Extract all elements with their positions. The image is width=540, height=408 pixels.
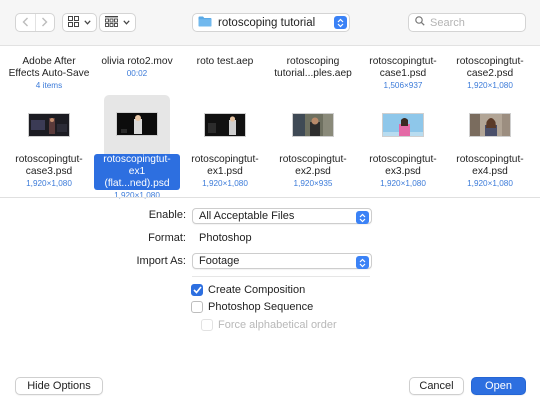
- navigation-buttons: [15, 13, 55, 32]
- enable-label: Enable:: [148, 209, 186, 221]
- enable-value: All Acceptable Files: [199, 210, 295, 222]
- file-thumbnail: [469, 113, 511, 137]
- group-by-button[interactable]: [99, 13, 136, 32]
- updown-arrows-icon: [356, 256, 369, 269]
- file-meta: 1,920×935: [293, 179, 333, 188]
- import-as-value: Footage: [199, 255, 240, 267]
- checkbox-icon: [201, 319, 213, 331]
- file-name: Adobe After Effects Auto-Save: [8, 56, 90, 79]
- file-item[interactable]: rotoscopingtut-ex2.psd 1,920×935: [270, 108, 356, 198]
- file-meta: 1,920×1,080: [202, 179, 248, 188]
- file-item[interactable]: rotoscopingtut-case1.psd 1,506×937: [360, 56, 446, 91]
- forward-button[interactable]: [34, 14, 55, 31]
- file-item[interactable]: roto test.aep: [182, 56, 268, 68]
- file-item[interactable]: rotoscopingtut-case3.psd 1,920×1,080: [6, 108, 92, 198]
- back-button[interactable]: [16, 14, 35, 31]
- toolbar: rotoscoping tutorial: [0, 0, 540, 46]
- updown-arrows-icon: [334, 16, 347, 29]
- file-name: rotoscopingtut-case1.psd: [369, 56, 437, 79]
- folder-icon: [198, 16, 212, 30]
- format-label: Format:: [148, 232, 186, 244]
- updown-arrows-icon: [356, 211, 369, 224]
- file-name: olivia roto2.mov: [101, 56, 173, 67]
- file-thumbnail: [204, 113, 246, 137]
- file-meta: 00:02: [126, 69, 148, 78]
- file-item[interactable]: rotoscopingtut-ex3.psd 1,920×1,080: [360, 108, 446, 198]
- file-meta: 1,920×1,080: [380, 179, 426, 188]
- file-meta: 1,920×1,080: [26, 179, 72, 188]
- force-alphabetical-checkbox: Force alphabetical order: [201, 319, 337, 331]
- file-name: rotoscopingtut-ex1 (flat...ned).psd: [94, 154, 180, 190]
- file-item[interactable]: rotoscopingtut-ex4.psd 1,920×1,080: [447, 108, 533, 198]
- file-name: roto test.aep: [196, 56, 254, 67]
- file-meta: 1,920×1,080: [467, 81, 513, 90]
- view-mode-button[interactable]: [62, 13, 97, 32]
- import-as-label: Import As:: [136, 255, 186, 267]
- file-item[interactable]: olivia roto2.mov 00:02: [94, 56, 180, 79]
- search-icon: [415, 16, 425, 29]
- grid-view-icon: [68, 15, 79, 30]
- chevron-left-icon: [22, 16, 29, 30]
- format-value: Photoshop: [199, 232, 252, 244]
- location-label: rotoscoping tutorial: [218, 16, 316, 29]
- open-button[interactable]: Open: [471, 377, 526, 395]
- file-thumbnail: [28, 113, 70, 137]
- file-meta: 1,506×937: [383, 81, 423, 90]
- force-alphabetical-label: Force alphabetical order: [218, 319, 337, 331]
- file-name: rotoscopingtut-ex4.psd: [456, 154, 524, 177]
- chevron-down-icon: [84, 18, 91, 27]
- group-grid-icon: [105, 15, 118, 30]
- file-meta: 1,920×1,080: [467, 179, 513, 188]
- file-browser: Adobe After Effects Auto-Save 4 items ol…: [0, 47, 540, 200]
- file-thumbnail: [292, 113, 334, 137]
- file-meta: 1,920×1,080: [114, 191, 160, 200]
- file-thumbnail: [116, 112, 158, 136]
- search-input[interactable]: [430, 16, 520, 29]
- file-item-selected[interactable]: rotoscopingtut-ex1 (flat...ned).psd 1,92…: [94, 95, 180, 200]
- file-name: rotoscopingtut-ex1.psd: [191, 154, 259, 177]
- file-name: rotoscopingtut-ex3.psd: [369, 154, 437, 177]
- file-meta: 4 items: [35, 81, 63, 90]
- file-thumbnail: [382, 113, 424, 137]
- file-name: rotoscopingtut-case2.psd: [456, 56, 524, 79]
- chevron-right-icon: [41, 16, 48, 30]
- photoshop-sequence-label: Photoshop Sequence: [208, 301, 314, 313]
- options-separator: [192, 276, 370, 277]
- file-name: rotoscopingtut-case3.psd: [15, 154, 83, 177]
- photoshop-sequence-checkbox[interactable]: Photoshop Sequence: [191, 301, 313, 313]
- file-item[interactable]: rotoscoping tutorial...ples.aep: [270, 56, 356, 80]
- hide-options-button[interactable]: Hide Options: [15, 377, 103, 395]
- file-name: rotoscopingtut-ex2.psd: [279, 154, 347, 177]
- file-item[interactable]: Adobe After Effects Auto-Save 4 items: [6, 56, 92, 91]
- cancel-button[interactable]: Cancel: [409, 377, 464, 395]
- divider: [0, 197, 540, 198]
- import-as-popup[interactable]: Footage: [192, 253, 372, 269]
- search-field[interactable]: [408, 13, 526, 32]
- chevron-down-icon: [123, 18, 130, 27]
- create-composition-label: Create Composition: [208, 284, 306, 296]
- location-popup[interactable]: rotoscoping tutorial: [192, 13, 350, 32]
- file-item[interactable]: rotoscopingtut-ex1.psd 1,920×1,080: [182, 108, 268, 198]
- create-composition-checkbox[interactable]: Create Composition: [191, 284, 305, 296]
- file-name: rotoscoping tutorial...ples.aep: [274, 56, 352, 79]
- file-item[interactable]: rotoscopingtut-case2.psd 1,920×1,080: [447, 56, 533, 91]
- enable-popup[interactable]: All Acceptable Files: [192, 208, 372, 224]
- checkbox-icon: [191, 301, 203, 313]
- checkmark-icon: [191, 284, 203, 296]
